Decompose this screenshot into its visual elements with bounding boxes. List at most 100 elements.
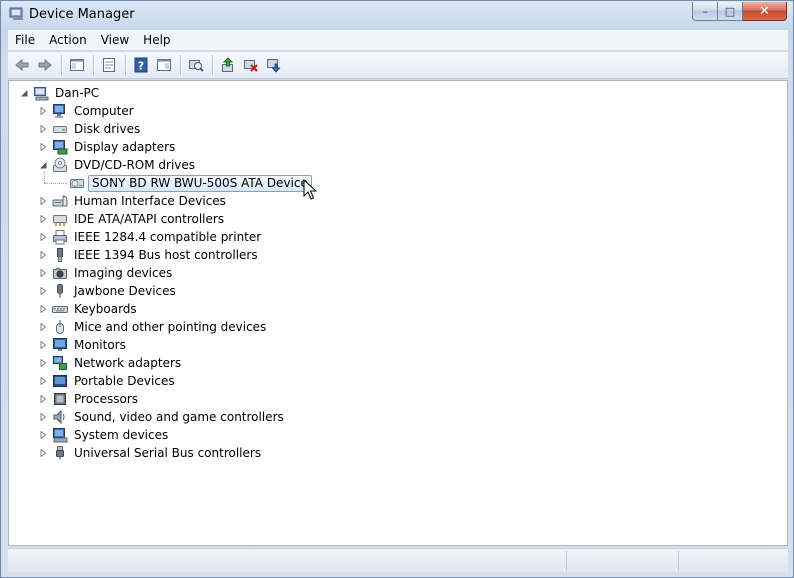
- usb-icon: [52, 445, 68, 461]
- menu-help[interactable]: Help: [136, 30, 177, 50]
- printer-icon: [52, 229, 68, 245]
- tree-item-label: System devices: [74, 428, 169, 442]
- expand-arrow-icon[interactable]: [38, 196, 48, 206]
- tree-item-ieee-1394-bus-host-controllers[interactable]: IEEE 1394 Bus host controllers: [38, 246, 261, 264]
- expand-arrow-icon[interactable]: [38, 322, 48, 332]
- toolbar-separator: [212, 55, 213, 75]
- back-button[interactable]: [11, 54, 33, 76]
- menu-action[interactable]: Action: [42, 30, 94, 50]
- tree-item-imaging-devices[interactable]: Imaging devices: [38, 264, 175, 282]
- collapse-arrow-icon[interactable]: [38, 160, 48, 170]
- tree-item-label: Dan-PC: [55, 86, 100, 100]
- tree-guide-line: [44, 183, 66, 184]
- window-title: Device Manager: [29, 7, 135, 22]
- jawbone-icon: [52, 283, 68, 299]
- monitor-icon: [52, 337, 68, 353]
- tree-item-label: Display adapters: [74, 140, 176, 154]
- tree-item-processors[interactable]: Processors: [38, 390, 141, 408]
- expand-arrow-icon[interactable]: [38, 142, 48, 152]
- tree-item-monitors[interactable]: Monitors: [38, 336, 129, 354]
- scan-hardware-button[interactable]: [185, 54, 207, 76]
- toolbar-separator: [180, 55, 181, 75]
- status-bar-pane: [678, 551, 786, 571]
- back-icon: [15, 58, 29, 72]
- tree-item-sony-bd-rw-device[interactable]: SONY BD RW BWU-500S ATA Device: [69, 174, 312, 192]
- tree-item-portable-devices[interactable]: Portable Devices: [38, 372, 178, 390]
- tree-item-label: Computer: [74, 104, 134, 118]
- help-button[interactable]: ?: [130, 54, 152, 76]
- hid-icon: [52, 193, 68, 209]
- camera-icon: [52, 265, 68, 281]
- window-controls: – □ ✕: [692, 2, 787, 21]
- show-hide-action-pane-button[interactable]: [153, 54, 175, 76]
- update-driver-button[interactable]: [217, 54, 239, 76]
- properties-icon: [103, 58, 115, 72]
- close-button[interactable]: ✕: [743, 2, 787, 21]
- title-bar[interactable]: Device Manager – □ ✕: [1, 1, 793, 29]
- menu-view[interactable]: View: [94, 30, 136, 50]
- menu-bar: File Action View Help: [8, 30, 788, 51]
- tree-item-universal-serial-bus-controllers[interactable]: Universal Serial Bus controllers: [38, 444, 264, 462]
- tree-item-label: Universal Serial Bus controllers: [74, 446, 262, 460]
- tree-item-computer[interactable]: Computer: [38, 102, 137, 120]
- device-manager-window: Device Manager – □ ✕ File Action View He…: [0, 0, 794, 578]
- tree-item-label: DVD/CD-ROM drives: [74, 158, 196, 172]
- collapse-arrow-icon[interactable]: [19, 88, 29, 98]
- tree-item-network-adapters[interactable]: Network adapters: [38, 354, 184, 372]
- sound-icon: [52, 409, 68, 425]
- tree-item-sound-video-and-game-controllers[interactable]: Sound, video and game controllers: [38, 408, 287, 426]
- disable-device-button[interactable]: [240, 54, 262, 76]
- mouse-cursor-icon: [303, 179, 317, 200]
- minimize-button[interactable]: –: [692, 2, 718, 21]
- show-hide-console-tree-button[interactable]: [66, 54, 88, 76]
- menu-file[interactable]: File: [8, 30, 42, 50]
- update-driver-icon: [222, 57, 234, 72]
- tree-item-system-devices[interactable]: System devices: [38, 426, 171, 444]
- tree-item-jawbone-devices[interactable]: Jawbone Devices: [38, 282, 179, 300]
- expand-arrow-icon[interactable]: [38, 124, 48, 134]
- tree-item-mice-and-other-pointing-devices[interactable]: Mice and other pointing devices: [38, 318, 269, 336]
- portable-device-icon: [52, 373, 68, 389]
- expand-arrow-icon[interactable]: [38, 232, 48, 242]
- expand-arrow-icon[interactable]: [38, 106, 48, 116]
- tree-root-dan-pc[interactable]: Dan-PC: [19, 84, 102, 102]
- device-tree[interactable]: Dan-PC Computer Disk drives Display adapter…: [8, 80, 788, 546]
- expand-arrow-icon[interactable]: [38, 268, 48, 278]
- expand-arrow-icon[interactable]: [38, 430, 48, 440]
- expand-arrow-icon[interactable]: [38, 448, 48, 458]
- expand-arrow-icon[interactable]: [38, 286, 48, 296]
- tree-item-label: Network adapters: [74, 356, 182, 370]
- expand-arrow-icon[interactable]: [38, 376, 48, 386]
- maximize-button[interactable]: □: [718, 2, 743, 21]
- tree-item-display-adapters[interactable]: Display adapters: [38, 138, 178, 156]
- tree-item-ide-ata-atapi-controllers[interactable]: IDE ATA/ATAPI controllers: [38, 210, 227, 228]
- expand-arrow-icon[interactable]: [38, 214, 48, 224]
- tree-item-keyboards[interactable]: Keyboards: [38, 300, 140, 318]
- expand-arrow-icon[interactable]: [38, 304, 48, 314]
- mouse-icon: [52, 319, 68, 335]
- tree-item-label: Monitors: [74, 338, 126, 352]
- expand-arrow-icon[interactable]: [38, 340, 48, 350]
- system-device-icon: [52, 427, 68, 443]
- properties-button[interactable]: [98, 54, 120, 76]
- keyboard-icon: [52, 301, 68, 317]
- status-bar: [8, 548, 788, 572]
- expand-arrow-icon[interactable]: [38, 250, 48, 260]
- uninstall-device-button[interactable]: [263, 54, 285, 76]
- tree-item-label: Sound, video and game controllers: [74, 410, 284, 424]
- ide-controller-icon: [52, 211, 68, 227]
- expand-arrow-icon[interactable]: [38, 394, 48, 404]
- help-icon: ?: [134, 57, 148, 73]
- console-tree-icon: [70, 59, 84, 71]
- tree-item-label: Portable Devices: [74, 374, 175, 388]
- scan-hardware-icon: [189, 60, 204, 72]
- forward-button[interactable]: [34, 54, 56, 76]
- toolbar-separator: [125, 55, 126, 75]
- tree-item-ieee-1284-4-compatible-printer[interactable]: IEEE 1284.4 compatible printer: [38, 228, 264, 246]
- tree-item-label: Jawbone Devices: [74, 284, 176, 298]
- tree-item-human-interface-devices[interactable]: Human Interface Devices: [38, 192, 229, 210]
- tree-item-disk-drives[interactable]: Disk drives: [38, 120, 143, 138]
- expand-arrow-icon[interactable]: [38, 412, 48, 422]
- expand-arrow-icon[interactable]: [38, 358, 48, 368]
- tree-item-dvd-cd-rom-drives[interactable]: DVD/CD-ROM drives: [38, 156, 198, 174]
